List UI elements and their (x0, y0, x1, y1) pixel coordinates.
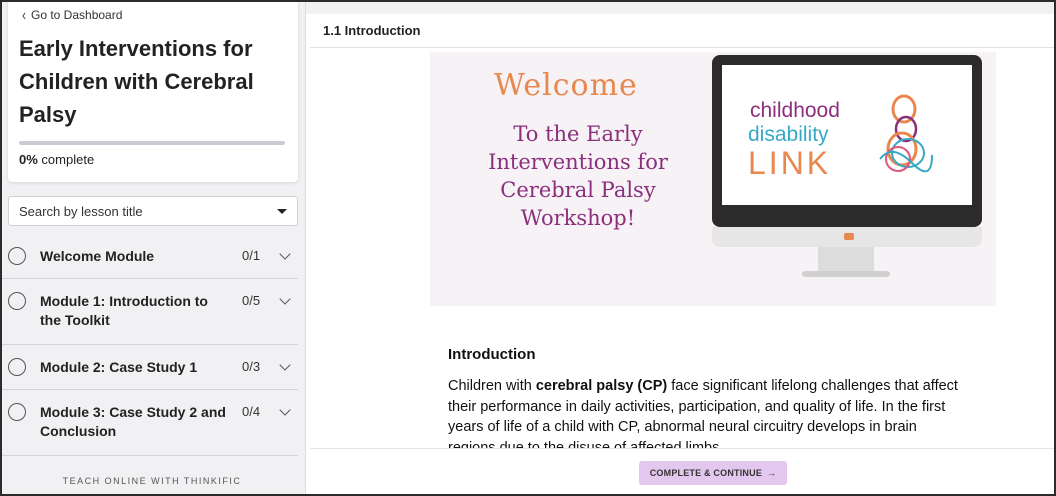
module-count: 0/1 (242, 248, 261, 263)
lesson-search-dropdown[interactable]: Search by lesson title (8, 196, 298, 226)
module-item[interactable]: Module 2: Case Study 1 0/3 (2, 345, 298, 390)
banner-tagline: To the Early Interventions for Cerebral … (488, 122, 668, 230)
chevron-down-icon[interactable] (279, 248, 291, 260)
search-placeholder: Search by lesson title (19, 203, 143, 219)
intro-heading: Introduction (448, 346, 536, 363)
module-item[interactable]: Welcome Module 0/1 (2, 234, 298, 279)
module-count: 0/5 (242, 293, 261, 308)
lesson-footer-bar: COMPLETE & CONTINUE → (310, 448, 1054, 494)
logo-text-disability: disability (748, 123, 829, 146)
monitor-base (802, 271, 890, 277)
module-item[interactable]: Module 1: Introduction to the Toolkit 0/… (2, 279, 298, 345)
status-circle-icon (8, 358, 26, 376)
module-count: 0/3 (242, 359, 261, 374)
banner-welcome: Welcome (494, 68, 638, 103)
progress-text: 0% complete (19, 152, 94, 167)
top-shade (306, 2, 1054, 14)
module-name: Module 3: Case Study 2 and Conclusion (40, 404, 226, 439)
thinkific-footer[interactable]: TEACH ONLINE WITH THINKIFIC (2, 476, 302, 486)
module-count: 0/4 (242, 404, 261, 419)
module-item[interactable]: Module 3: Case Study 2 and Conclusion 0/… (2, 390, 298, 456)
chevron-down-icon[interactable] (279, 359, 291, 371)
chevron-left-icon: ‹ (22, 5, 26, 25)
monitor-illustration: childhood disability LINK (712, 55, 982, 227)
module-name: Module 2: Case Study 1 (40, 359, 198, 375)
arrow-right-icon: → (767, 468, 777, 478)
welcome-banner-image: Welcome To the Early Interventions for C… (430, 52, 996, 306)
course-card: ‹ Go to Dashboard Early Interventions fo… (8, 2, 298, 182)
status-circle-icon (8, 247, 26, 265)
module-list: Welcome Module 0/1 Module 1: Introductio… (2, 234, 306, 456)
intro-text-bold: cerebral palsy (CP) (535, 378, 668, 394)
logo-rings-icon (879, 94, 933, 173)
logo-text-childhood: childhood (750, 99, 840, 122)
complete-and-continue-button[interactable]: COMPLETE & CONTINUE → (639, 461, 787, 485)
chevron-down-icon[interactable] (279, 293, 291, 305)
progress-suffix: complete (41, 152, 95, 167)
module-name: Module 1: Introduction to the Toolkit (40, 293, 208, 328)
intro-text-start: Children with (448, 378, 536, 394)
go-to-dashboard-link[interactable]: ‹ Go to Dashboard (22, 5, 123, 25)
back-link-label: Go to Dashboard (31, 8, 123, 22)
status-circle-icon (8, 292, 26, 310)
chevron-down-icon[interactable] (279, 404, 291, 416)
progress-percent: 0% (19, 152, 38, 167)
logo-text-link: LINK (748, 145, 832, 181)
complete-button-label: COMPLETE & CONTINUE (649, 468, 763, 478)
monitor-logo-icon (844, 233, 854, 240)
intro-paragraph: Children with cerebral palsy (CP) face s… (448, 376, 968, 458)
module-name: Welcome Module (40, 248, 155, 264)
monitor-screen: childhood disability LINK (722, 65, 972, 205)
course-title: Early Interventions for Children with Ce… (19, 36, 254, 127)
status-circle-icon (8, 403, 26, 421)
app-frame: ‹ Go to Dashboard Early Interventions fo… (0, 0, 1056, 496)
monitor-stand (818, 247, 874, 273)
progress-bar (19, 141, 285, 145)
lesson-content: 1.1 Introduction Welcome To the Early In… (310, 14, 1054, 494)
course-sidebar: ‹ Go to Dashboard Early Interventions fo… (2, 2, 306, 494)
caret-down-icon (277, 208, 287, 214)
lesson-title: 1.1 Introduction (310, 14, 1054, 48)
